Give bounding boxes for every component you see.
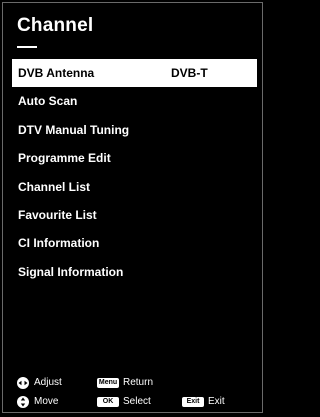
channel-menu-panel: Channel DVB Antenna DVB-T Auto Scan DTV … <box>2 2 263 413</box>
exit-key: Exit <box>182 397 204 407</box>
left-right-dpad-icon <box>17 377 29 389</box>
menu-item-dtv-manual-tuning[interactable]: DTV Manual Tuning <box>12 116 257 144</box>
menu-item-favourite-list[interactable]: Favourite List <box>12 201 257 229</box>
menu-item-label: Auto Scan <box>18 94 78 109</box>
menu-item-label: DTV Manual Tuning <box>18 122 130 137</box>
menu-item-auto-scan[interactable]: Auto Scan <box>12 87 257 115</box>
menu-item-label: Favourite List <box>18 207 97 222</box>
channel-menu-list: DVB Antenna DVB-T Auto Scan DTV Manual T… <box>12 59 257 286</box>
exit-label: Exit <box>208 396 225 407</box>
menu-key: Menu <box>97 378 119 388</box>
menu-item-signal-information[interactable]: Signal Information <box>12 258 257 286</box>
menu-item-label: Programme Edit <box>18 151 111 166</box>
menu-item-programme-edit[interactable]: Programme Edit <box>12 144 257 172</box>
menu-item-ci-information[interactable]: CI Information <box>12 229 257 257</box>
move-label: Move <box>34 396 59 407</box>
title-underline <box>17 46 37 48</box>
up-down-dpad-icon <box>17 396 29 408</box>
page-title: Channel <box>17 15 94 36</box>
menu-item-label: Signal Information <box>18 264 124 279</box>
return-label: Return <box>123 377 154 388</box>
menu-item-label: Channel List <box>18 179 91 194</box>
ok-key: OK <box>97 397 119 407</box>
legend-row-2: Move OK Select Exit Exit <box>17 395 257 409</box>
select-label: Select <box>123 396 151 407</box>
menu-item-dvb-antenna[interactable]: DVB Antenna DVB-T <box>12 59 257 88</box>
adjust-label: Adjust <box>34 377 62 388</box>
legend-row-1: Adjust Menu Return <box>17 376 257 390</box>
menu-item-label: CI Information <box>18 236 100 251</box>
dvb-antenna-value: DVB-T <box>171 66 208 80</box>
menu-item-channel-list[interactable]: Channel List <box>12 173 257 201</box>
menu-item-label: DVB Antenna <box>18 66 95 80</box>
